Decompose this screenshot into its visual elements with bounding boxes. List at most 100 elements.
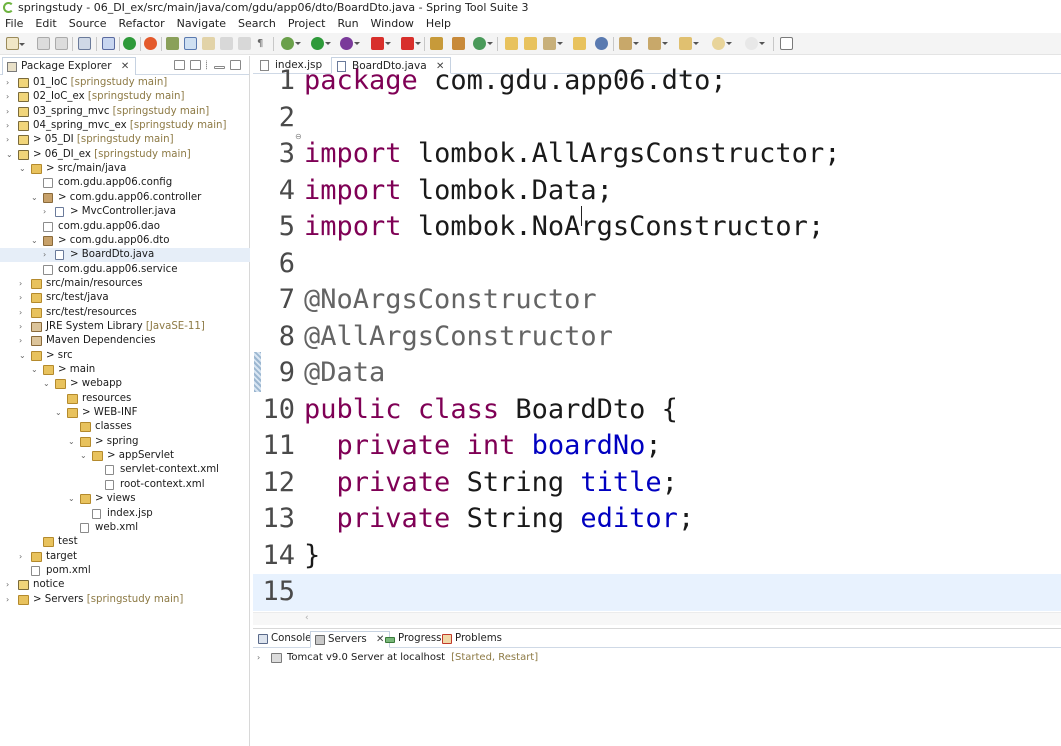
open-type-icon[interactable] [166,37,179,50]
tree-item[interactable]: ⌄ > main [0,363,250,377]
open-resource-icon[interactable] [573,37,586,50]
scroll-left-icon[interactable]: ‹ [305,613,309,623]
code-line[interactable]: 9 @Data [253,355,1061,392]
expand-chevron-icon[interactable]: › [43,250,51,260]
expand-chevron-icon[interactable]: › [19,293,27,303]
expand-chevron-icon[interactable]: › [6,92,14,102]
new-class-icon[interactable] [473,37,493,50]
next-annotation-icon[interactable] [619,37,639,50]
tree-item[interactable]: ⌄ > spring [0,435,250,449]
toggle-mark-occurrences-icon[interactable] [184,37,197,50]
open-folder-icon[interactable] [505,37,518,50]
menu-edit[interactable]: Edit [29,15,62,32]
web-browser-icon[interactable] [595,37,608,50]
tab-console[interactable]: Console [254,631,316,648]
code-line[interactable]: 11 private int boardNo; [253,428,1061,465]
fold-toggle-icon[interactable]: ⊖ [295,133,303,141]
word-wrap-icon[interactable] [220,37,233,50]
tree-item[interactable]: › > Servers [springstudy main] [0,593,250,607]
show-whitespace-icon[interactable] [238,37,251,50]
expand-chevron-icon[interactable]: › [19,552,27,562]
tree-item[interactable]: › src/test/resources [0,306,250,320]
expand-chevron-icon[interactable]: › [19,308,27,318]
tree-item[interactable]: root-context.xml [0,478,250,492]
code-line[interactable]: 7 @NoArgsConstructor [253,282,1061,319]
tree-item[interactable]: classes [0,420,250,434]
menu-run[interactable]: Run [331,15,364,32]
expand-chevron-icon[interactable]: › [19,322,27,332]
tree-item[interactable]: com.gdu.app06.config [0,176,250,190]
link-with-editor-icon[interactable] [190,60,201,70]
tree-item[interactable]: › 03_spring_mvc [springstudy main] [0,105,250,119]
tab-problems[interactable]: Problems [438,631,507,648]
new-java-project-icon[interactable] [430,37,443,50]
code-line[interactable]: 5 import lombok.NoArgsConstructor; [253,209,1061,246]
expand-chevron-icon[interactable]: › [6,580,14,590]
code-line[interactable]: 8 @AllArgsConstructor [253,319,1061,356]
collapse-all-icon[interactable] [174,60,185,70]
tree-item[interactable]: › 04_spring_mvc_ex [springstudy main] [0,119,250,133]
expand-chevron-icon[interactable]: › [257,653,265,663]
tree-item[interactable]: resources [0,392,250,406]
menu-source[interactable]: Source [63,15,113,32]
pilcrow-icon[interactable]: ¶ [257,37,265,50]
collapse-chevron-icon[interactable]: ⌄ [68,437,76,447]
code-line[interactable]: 15 [253,574,1061,611]
expand-chevron-icon[interactable]: › [6,121,14,131]
save-icon[interactable] [37,37,50,50]
code-line[interactable]: 6 [253,246,1061,283]
tree-item[interactable]: ⌄ > com.gdu.app06.controller [0,191,250,205]
code-line[interactable]: 2 [253,100,1061,137]
tree-item[interactable]: › JRE System Library [JavaSE-11] [0,320,250,334]
code-line[interactable]: 4 import lombok.Data; [253,173,1061,210]
expand-chevron-icon[interactable]: › [19,279,27,289]
maximize-icon[interactable] [230,60,241,70]
collapse-chevron-icon[interactable]: ⌄ [31,365,39,375]
horizontal-scrollbar[interactable]: ‹ [253,612,1061,625]
skip-breakpoints-icon[interactable] [102,37,115,50]
tree-item[interactable]: pom.xml [0,564,250,578]
boot-dashboard-icon[interactable] [123,37,136,50]
previous-annotation-icon[interactable] [648,37,668,50]
expand-chevron-icon[interactable]: › [43,207,51,217]
run-icon[interactable] [311,37,331,50]
menu-project[interactable]: Project [282,15,332,32]
forward-icon[interactable] [745,37,765,50]
tree-item[interactable]: › notice [0,578,250,592]
package-explorer-tab[interactable]: Package Explorer ✕ [2,57,137,75]
tree-item[interactable]: › Maven Dependencies [0,334,250,348]
collapse-chevron-icon[interactable]: ⌄ [68,494,76,504]
expand-chevron-icon[interactable]: › [19,336,27,346]
tree-item[interactable]: com.gdu.app06.service [0,263,250,277]
collapse-chevron-icon[interactable]: ⌄ [19,351,27,361]
tab-progress[interactable]: Progress [381,631,446,648]
debug-icon[interactable] [281,37,301,50]
close-icon[interactable]: ✕ [121,61,129,72]
collapse-chevron-icon[interactable]: ⌄ [43,379,51,389]
tree-item[interactable]: › src/test/java [0,291,250,305]
toggle-block-selection-icon[interactable] [202,37,215,50]
tree-item[interactable]: ⌄ > appServlet [0,449,250,463]
tree-item[interactable]: servlet-context.xml [0,463,250,477]
menu-file[interactable]: File [0,15,29,32]
view-menu-icon[interactable] [206,60,209,70]
tree-item[interactable]: › target [0,550,250,564]
collapse-chevron-icon[interactable]: ⌄ [55,408,63,418]
tree-item[interactable]: ⌄ > com.gdu.app06.dto [0,234,250,248]
collapse-chevron-icon[interactable]: ⌄ [31,236,39,246]
minimize-icon[interactable] [214,66,225,69]
tree-item[interactable]: › > 05_DI [springstudy main] [0,133,250,147]
tree-item[interactable]: › 02_IoC_ex [springstudy main] [0,90,250,104]
tree-item[interactable]: › > MvcController.java [0,205,250,219]
collapse-chevron-icon[interactable]: ⌄ [19,164,27,174]
code-line[interactable]: 10 public class BoardDto { [253,392,1061,429]
open-task-icon[interactable] [524,37,537,50]
back-icon[interactable] [712,37,732,50]
tab-servers[interactable]: Servers ✕ [310,631,391,648]
tree-item[interactable]: › > BoardDto.java [0,248,250,263]
expand-chevron-icon[interactable]: › [6,595,14,605]
console-icon[interactable] [78,37,91,50]
tree-item[interactable]: com.gdu.app06.dao [0,220,250,234]
tree-item[interactable]: web.xml [0,521,250,535]
tree-item[interactable]: ⌄ > 06_DI_ex [springstudy main] [0,148,250,162]
